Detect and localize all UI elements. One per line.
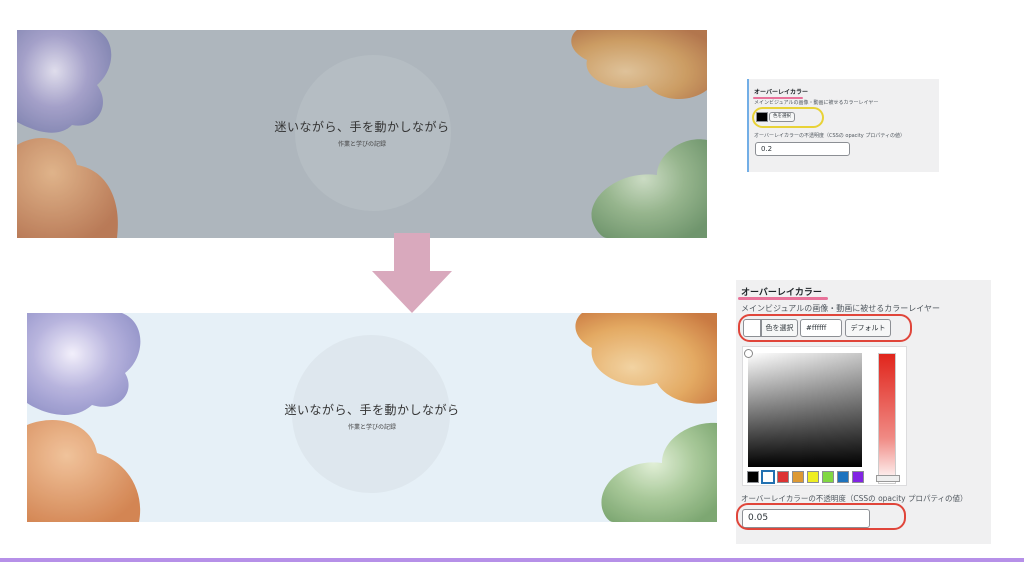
hero-title: 迷いながら、手を動かしながら [284,403,460,417]
palette-swatches [747,471,872,484]
color-picker [742,346,907,486]
title-underline-mark [738,297,828,300]
overlay-settings-panel-after: オーバーレイカラー メインビジュアルの画像・動画に被せるカラーレイヤー 色を選択… [736,280,991,544]
hero-subtitle: 作業と学びの記録 [347,424,396,431]
palette-swatch-red[interactable] [777,471,789,483]
picker-handle[interactable] [744,349,753,358]
palette-swatch-orange[interactable] [792,471,804,483]
color-picker-highlight [738,314,912,342]
panel-title: オーバーレイカラー [754,89,808,96]
palette-swatch-green[interactable] [822,471,834,483]
hue-slider[interactable] [878,353,896,484]
hero-title: 迷いながら、手を動かしながら [274,120,450,134]
bottom-accent-line [0,558,1024,562]
saturation-field[interactable] [748,353,862,467]
overlay-settings-panel-before: オーバーレイカラー メインビジュアルの画像・動画に被せるカラーレイヤー 色を選択… [747,79,939,172]
panel-description: メインビジュアルの画像・動画に被せるカラーレイヤー [741,304,940,313]
down-arrow-icon [372,233,452,313]
hero-subtitle: 作業と学びの記録 [337,141,386,148]
palette-swatch-white[interactable] [762,471,774,483]
palette-swatch-purple[interactable] [852,471,864,483]
hue-slider-handle[interactable] [876,475,900,482]
palette-swatch-black[interactable] [747,471,759,483]
opacity-highlight [736,503,906,530]
palette-swatch-blue[interactable] [837,471,849,483]
palette-swatch-yellow[interactable] [807,471,819,483]
panel-description: メインビジュアルの画像・動画に被せるカラーレイヤー [754,100,879,106]
hero-preview-before: 迷いながら、手を動かしながら 作業と学びの記録 [17,30,707,238]
color-picker-highlight [752,107,824,128]
hero-preview-after: 迷いながら、手を動かしながら 作業と学びの記録 [27,313,717,522]
opacity-label: オーバーレイカラーの不透明度（CSSの opacity プロパティの値） [754,133,906,139]
opacity-input[interactable]: 0.2 [755,142,850,156]
